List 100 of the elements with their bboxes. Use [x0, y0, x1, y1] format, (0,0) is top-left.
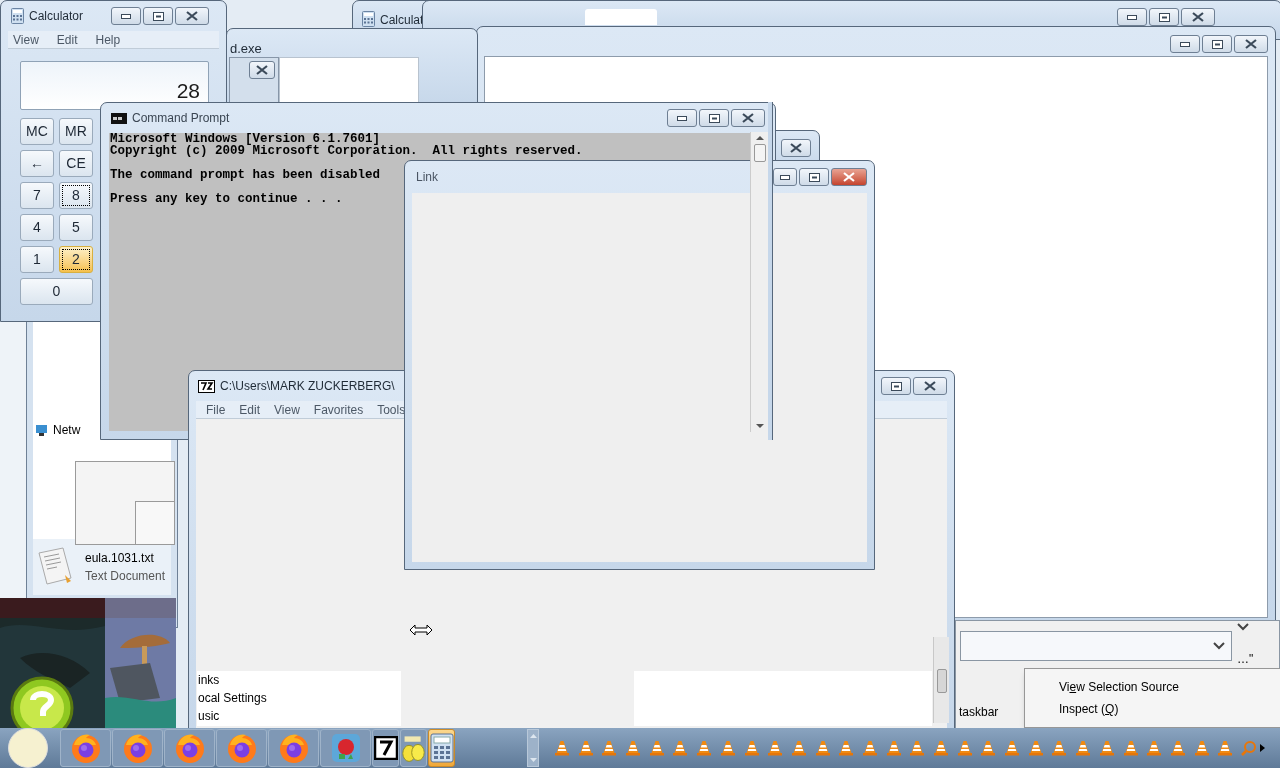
- traffic-cone-icon[interactable]: [1146, 740, 1163, 756]
- maximize-button[interactable]: [881, 377, 911, 395]
- list-row[interactable]: usic: [197, 707, 220, 725]
- close-icon: [843, 172, 855, 182]
- maximize-button[interactable]: [1149, 8, 1179, 26]
- traffic-cone-icon[interactable]: [1027, 740, 1044, 756]
- traffic-cone-icon[interactable]: [1217, 740, 1234, 756]
- maximize-button[interactable]: [143, 7, 173, 25]
- traffic-cone-icon[interactable]: [980, 740, 997, 756]
- menu-item[interactable]: File: [206, 400, 226, 419]
- browser-icon: [121, 732, 154, 764]
- scroll-down-icon: [529, 758, 537, 762]
- calculator-key[interactable]: 2: [59, 246, 93, 273]
- dropdown-field[interactable]: [960, 631, 1232, 661]
- traffic-cone-icon[interactable]: [601, 740, 618, 756]
- traffic-cone-icon[interactable]: [1075, 740, 1092, 756]
- traffic-cone-icon[interactable]: [743, 740, 760, 756]
- close-button[interactable]: [913, 377, 947, 395]
- close-button[interactable]: [731, 109, 765, 127]
- maximize-button[interactable]: [699, 109, 729, 127]
- resize-cursor-icon: [409, 624, 433, 636]
- calculator-key[interactable]: 7: [20, 182, 54, 209]
- calculator-key[interactable]: 1: [20, 246, 54, 273]
- traffic-cone-icon[interactable]: [696, 740, 713, 756]
- calculator-key[interactable]: 5: [59, 214, 93, 241]
- console-line: Microsoft Windows [Version 6.1.7601]: [110, 133, 381, 145]
- close-icon: [742, 113, 754, 123]
- menu-item[interactable]: Edit: [239, 400, 261, 419]
- traffic-cone-icon[interactable]: [672, 740, 689, 756]
- traffic-cone-icon[interactable]: [790, 740, 807, 756]
- menu-item[interactable]: Inspect (Q): [1059, 701, 1280, 717]
- start-button[interactable]: [8, 728, 48, 768]
- traffic-cone-icon[interactable]: [554, 740, 570, 756]
- expand-arrow-icon[interactable]: [1260, 744, 1266, 752]
- calculator-key[interactable]: MC: [20, 118, 54, 145]
- minimize-button[interactable]: [667, 109, 697, 127]
- traffic-cone-icon[interactable]: [956, 740, 973, 756]
- minimize-button[interactable]: [1117, 8, 1147, 26]
- close-button[interactable]: [249, 61, 275, 79]
- maximize-button[interactable]: [1202, 35, 1232, 53]
- close-button[interactable]: [781, 139, 811, 157]
- list-row[interactable]: inks: [197, 671, 220, 689]
- traffic-cone-icon[interactable]: [1004, 740, 1021, 756]
- close-button[interactable]: [831, 168, 867, 186]
- calculator-key[interactable]: CE: [59, 150, 93, 177]
- scroll-down-icon: [755, 424, 764, 429]
- traffic-cone-icon[interactable]: [1169, 740, 1186, 756]
- calculator-key[interactable]: ←: [20, 150, 54, 177]
- traffic-cone-icon[interactable]: [933, 740, 949, 756]
- minimize-icon: [1180, 41, 1190, 47]
- scroll-bar[interactable]: [933, 637, 949, 723]
- close-icon: [256, 65, 268, 75]
- traffic-cone-icon[interactable]: [885, 740, 902, 756]
- traffic-cone-icon[interactable]: [1051, 740, 1068, 756]
- minimize-button[interactable]: [111, 7, 141, 25]
- menu-item[interactable]: View: [274, 400, 300, 419]
- minimize-button[interactable]: [1170, 35, 1200, 53]
- minimize-icon: [1127, 14, 1137, 20]
- traffic-cone-icon[interactable]: [1122, 740, 1139, 756]
- traffic-cone-icon[interactable]: [625, 740, 642, 756]
- traffic-cone-icon[interactable]: [814, 740, 831, 756]
- menu-item[interactable]: View: [13, 30, 39, 49]
- traffic-cone-icon[interactable]: [577, 740, 594, 756]
- console-line: Press any key to continue . . .: [110, 193, 343, 205]
- truncated-text: …": [1237, 651, 1254, 668]
- menu-item[interactable]: Favorites: [313, 400, 364, 419]
- scroll-thumb[interactable]: [936, 669, 947, 693]
- scroll-bar[interactable]: [750, 132, 768, 432]
- maximize-button[interactable]: [799, 168, 829, 186]
- traffic-cone-icon[interactable]: [838, 740, 855, 756]
- traffic-cone-icon[interactable]: [1098, 740, 1115, 756]
- nav-item[interactable]: Netw: [53, 421, 81, 439]
- menu-item[interactable]: Edit: [56, 30, 78, 49]
- menu-item[interactable]: Help: [95, 30, 121, 49]
- close-button[interactable]: [1234, 35, 1268, 53]
- window-title: Calculator: [29, 8, 84, 25]
- file-name[interactable]: eula.1031.txt: [85, 549, 166, 567]
- calculator-key[interactable]: MR: [59, 118, 93, 145]
- list-row[interactable]: ocal Settings: [197, 689, 267, 707]
- menu-item[interactable]: Tools: [377, 400, 406, 419]
- traffic-cone-icon[interactable]: [861, 740, 878, 756]
- minimize-button[interactable]: [773, 168, 797, 186]
- close-icon: [1192, 12, 1204, 22]
- traffic-cone-icon[interactable]: [1193, 740, 1210, 756]
- minimize-icon: [121, 13, 131, 19]
- scroll-thumb[interactable]: [753, 144, 766, 162]
- close-icon: [924, 381, 936, 391]
- traffic-cone-icon[interactable]: [719, 740, 736, 756]
- traffic-cone-icon[interactable]: [648, 740, 665, 756]
- menu-item[interactable]: View Selection Source: [1059, 679, 1280, 695]
- calculator-key[interactable]: 8: [59, 182, 93, 209]
- calculator-key[interactable]: 0: [20, 278, 93, 305]
- calculator-key[interactable]: 4: [20, 214, 54, 241]
- close-button[interactable]: [1181, 8, 1215, 26]
- traffic-cone-icon[interactable]: [909, 740, 926, 756]
- traffic-cone-icon[interactable]: [767, 740, 784, 756]
- window-title: C:\Users\MARK ZUCKERBERG\: [220, 378, 395, 395]
- close-button[interactable]: [175, 7, 209, 25]
- maximize-icon: [708, 113, 720, 123]
- taskbar-button[interactable]: [372, 729, 399, 767]
